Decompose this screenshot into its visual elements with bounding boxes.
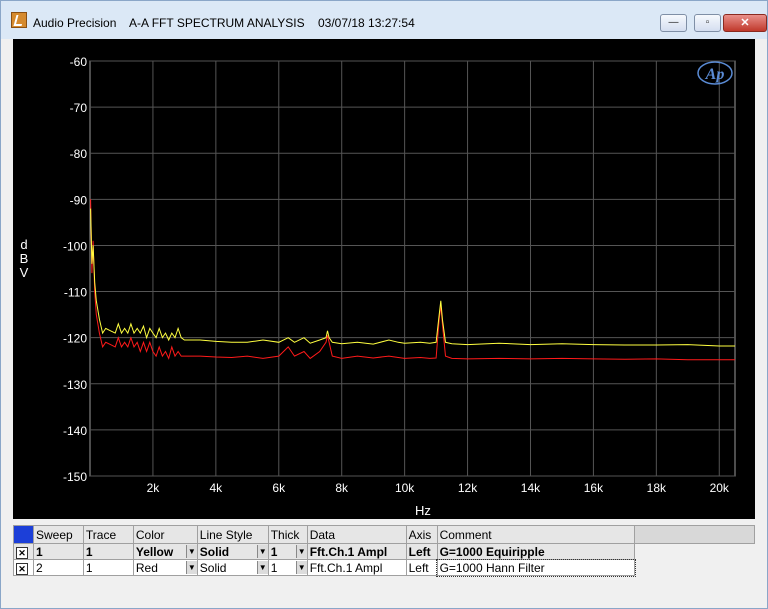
cell-data[interactable]: Fft.Ch.1 Ampl [306,543,407,560]
chevron-down-icon[interactable]: ▼ [295,560,307,574]
x-tick-label: 18k [647,481,667,495]
y-tick-label: -150 [63,470,87,484]
header-filler [634,525,755,544]
chevron-down-icon[interactable]: ▼ [295,544,307,558]
sweep-table: Sweep Trace Color Line Style Thick Data … [13,525,755,577]
checked-icon[interactable]: ✕ [16,562,28,575]
y-tick-label: -60 [70,55,88,69]
spectrum-plot[interactable]: -60 -70 -80 -90 -100 -110 -120 -130 -140 -150 2k 4… [13,39,755,519]
col-header-comment[interactable]: Comment [436,525,636,544]
y-tick-label: -70 [70,101,88,115]
x-tick-label: 8k [335,481,349,495]
y-axis-label: dBV [20,237,29,280]
x-axis-label: Hz [415,503,431,518]
table-row[interactable]: ✕ 1 1 Yellow ▼ Solid ▼ 1 ▼ Fft.Ch.1 Ampl Le… [13,543,755,560]
cell-trace[interactable]: 1 [82,559,134,576]
chevron-down-icon[interactable]: ▼ [185,544,197,558]
col-header-data[interactable]: Data [306,525,407,544]
cell-thick[interactable]: 1 ▼ [267,559,308,576]
table-row[interactable]: ✕ 2 1 Red ▼ Solid ▼ 1 ▼ Fft.Ch.1 Ampl Left … [13,558,755,577]
x-tick-label: 14k [521,481,541,495]
x-tick-label: 6k [272,481,286,495]
row-filler [634,559,755,576]
x-tick-labels: 2k 4k 6k 8k 10k 12k 14k 16k 18k 20k [147,481,730,495]
chevron-down-icon[interactable]: ▼ [256,560,268,574]
row-enable-checkbox[interactable]: ✕ [13,559,34,576]
y-tick-label: -110 [64,286,87,300]
y-tick-labels: -60 -70 -80 -90 -100 -110 -120 -130 -140 -150 [63,55,87,484]
cell-line-style-value: Solid [199,560,227,575]
title-bar[interactable]: Audio Precision A-A FFT SPECTRUM ANALYSI… [1,1,767,39]
window-title: Audio Precision A-A FFT SPECTRUM ANALYSI… [33,16,415,30]
app-icon[interactable] [11,12,27,28]
col-header-axis[interactable]: Axis [405,525,438,544]
chevron-down-icon[interactable]: ▼ [256,544,268,558]
cell-data[interactable]: Fft.Ch.1 Ampl [306,559,407,576]
checked-icon[interactable]: ✕ [16,546,28,559]
plot-frame [89,60,736,477]
cell-trace[interactable]: 1 [82,543,134,560]
col-header-line-style[interactable]: Line Style [196,525,269,544]
cell-thick[interactable]: 1 ▼ [267,543,308,560]
cell-line-style[interactable]: Solid ▼ [196,543,269,560]
spectrum-chart[interactable]: -60 -70 -80 -90 -100 -110 -120 -130 -140 -150 2k 4… [13,39,755,519]
x-tick-label: 10k [395,481,415,495]
restore-button[interactable]: ▫ [694,14,721,32]
row-enable-checkbox[interactable]: ✕ [13,543,34,560]
ap-logo: Ap [697,61,733,85]
chevron-down-icon[interactable]: ▼ [185,560,197,574]
trace-yellow[interactable] [90,208,735,347]
cell-comment[interactable]: G=1000 Equiripple [436,543,636,560]
y-tick-label: -80 [70,147,88,161]
sweep-table-header: Sweep Trace Color Line Style Thick Data … [13,525,755,544]
table-empty-area [13,577,755,597]
grid-lines [89,60,736,477]
x-tick-label: 2k [147,481,161,495]
cell-sweep[interactable]: 1 [32,543,84,560]
y-tick-label: -100 [63,239,87,253]
cell-line-style-value: Solid [199,544,230,559]
y-tick-label: -130 [63,378,87,392]
app-window: Audio Precision A-A FFT SPECTRUM ANALYSI… [0,0,768,609]
y-tick-label: -120 [63,332,87,346]
cell-comment[interactable]: G=1000 Hann Filter [436,558,636,577]
cell-sweep[interactable]: 2 [32,559,84,576]
cell-thick-value: 1 [270,560,278,575]
ap-logo-text: Ap [705,66,725,83]
trace-red[interactable] [90,199,735,361]
row-filler [634,543,755,560]
x-tick-label: 20k [710,481,730,495]
cell-color[interactable]: Red ▼ [132,559,198,576]
col-header-thick[interactable]: Thick [267,525,308,544]
col-header-color[interactable]: Color [132,525,198,544]
x-tick-label: 12k [458,481,478,495]
traces [90,199,735,361]
cell-axis[interactable]: Left [405,559,438,576]
col-header-trace[interactable]: Trace [82,525,134,544]
select-all-cell[interactable] [13,525,34,544]
cell-axis[interactable]: Left [405,543,438,560]
cell-color-value: Yellow [135,544,174,559]
y-tick-label: -90 [70,193,88,207]
cell-color[interactable]: Yellow ▼ [132,543,198,560]
close-button[interactable]: ✕ [723,14,767,32]
x-tick-label: 16k [584,481,604,495]
cell-thick-value: 1 [270,544,278,559]
x-tick-label: 4k [210,481,224,495]
cell-color-value: Red [135,560,158,575]
cell-line-style[interactable]: Solid ▼ [196,559,269,576]
minimize-button[interactable]: — [660,14,687,32]
col-header-sweep[interactable]: Sweep [32,525,84,544]
y-tick-label: -140 [63,424,87,438]
